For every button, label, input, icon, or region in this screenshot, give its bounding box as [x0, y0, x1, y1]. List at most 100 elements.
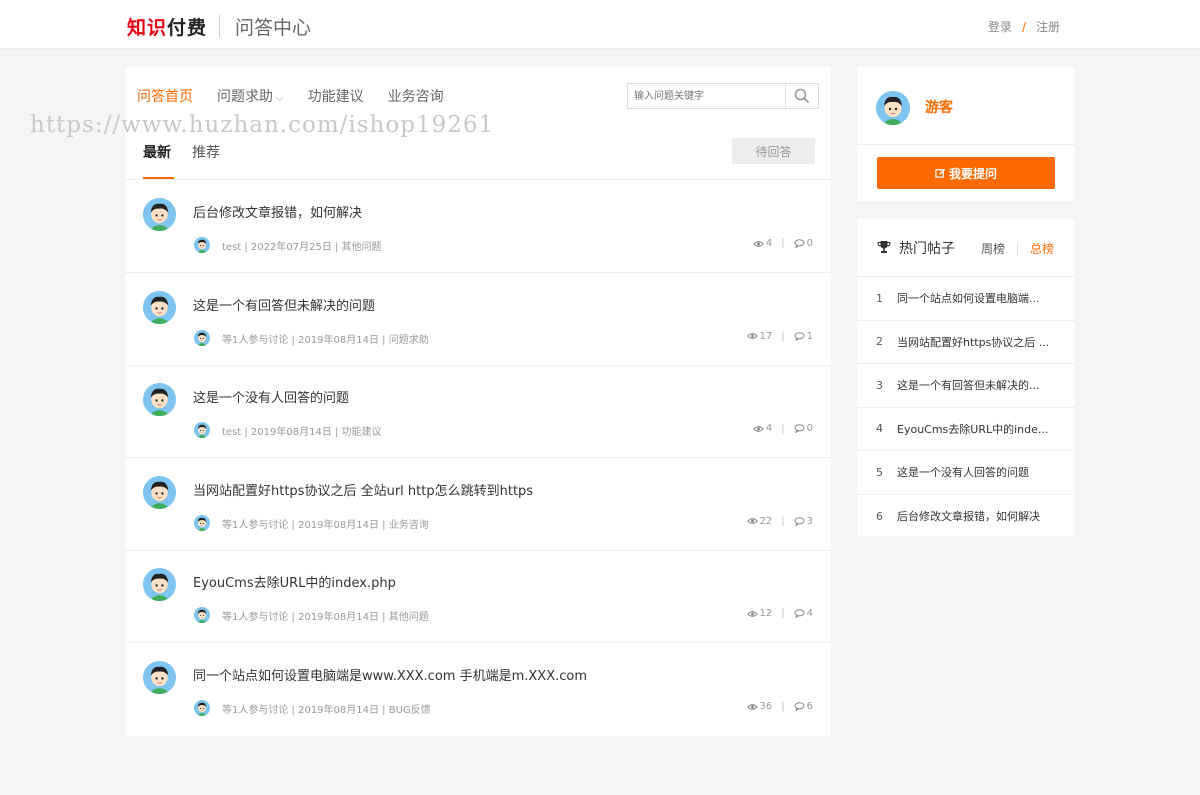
question-title[interactable]: EyouCms去除URL中的index.php — [193, 572, 396, 591]
avatar — [194, 237, 210, 253]
nav-item-home[interactable]: 问答首页 — [137, 86, 193, 106]
stats-separator: | — [781, 238, 785, 249]
avatar[interactable] — [143, 290, 176, 324]
register-link[interactable]: 注册 — [1036, 18, 1060, 35]
hot-post-rank: 1 — [876, 291, 883, 305]
avatar — [194, 514, 210, 531]
user-avatar-icon — [194, 700, 210, 716]
question-stats: 12 | 4 — [746, 608, 813, 620]
comment-icon — [794, 239, 805, 248]
user-avatar-icon — [194, 514, 210, 531]
hot-posts-title: 热门帖子 — [899, 241, 955, 257]
user-avatar-icon — [143, 475, 176, 509]
watermark: https://www.huzhan.com/ishop19261 — [30, 112, 495, 138]
ask-question-label: 我要提问 — [948, 166, 997, 181]
user-avatar-icon — [194, 329, 210, 346]
view-count: 4 — [765, 238, 773, 249]
login-link[interactable]: 登录 — [988, 18, 1012, 35]
hot-post-item[interactable]: 4 EyouCms去除URL中的inde... — [857, 408, 1075, 451]
tab-recommend[interactable]: 推荐 — [192, 142, 220, 162]
stats-separator: | — [781, 330, 785, 342]
question-meta: 等1人参与讨论 | 2019年08月14日 | 业务咨询 — [222, 519, 429, 531]
top-header: 知识 付费 问答中心 登录 / 注册 — [0, 0, 1200, 49]
question-stats: 22 | 3 — [746, 515, 813, 527]
question-stats: 17 | 1 — [746, 330, 813, 342]
user-avatar-icon — [143, 383, 176, 417]
hot-post-item[interactable]: 6 后台修改文章报错，如何解决 — [857, 495, 1075, 539]
hot-post-item[interactable]: 2 当网站配置好https协议之后 ... — [857, 321, 1075, 364]
sort-tabs: 最新 推荐 — [143, 142, 220, 162]
edit-icon — [935, 168, 946, 178]
question-meta: 等1人参与讨论 | 2019年08月14日 | 其他问题 — [222, 612, 429, 624]
avatar[interactable] — [143, 661, 176, 694]
hot-post-rank: 3 — [876, 378, 883, 392]
hot-post-item[interactable]: 5 这是一个没有人回答的问题 — [857, 451, 1075, 495]
view-count: 22 — [759, 515, 773, 527]
hot-post-rank: 6 — [876, 509, 883, 523]
avatar[interactable] — [143, 475, 176, 509]
question-title[interactable]: 后台修改文章报错，如何解决 — [193, 202, 362, 221]
question-title[interactable]: 同一个站点如何设置电脑端是www.XXX.com 手机端是m.XXX.com — [193, 665, 587, 684]
question-title[interactable]: 这是一个有回答但未解决的问题 — [193, 295, 375, 314]
hot-post-title: 后台修改文章报错，如何解决 — [897, 510, 1040, 524]
search-button[interactable] — [785, 84, 818, 108]
avatar — [194, 700, 210, 716]
ask-question-button[interactable]: 我要提问 — [877, 157, 1055, 189]
user-avatar-icon — [143, 661, 176, 694]
hot-post-item[interactable]: 3 这是一个有回答但未解决的... — [857, 364, 1075, 408]
auth-links: 登录 / 注册 — [988, 18, 1060, 35]
user-avatar-icon — [194, 607, 210, 624]
question-item[interactable]: 同一个站点如何设置电脑端是www.XXX.com 手机端是m.XXX.com 等… — [125, 643, 831, 736]
views-icon — [746, 333, 758, 339]
logo-divider — [219, 15, 220, 37]
user-card: 游客 我要提问 — [857, 67, 1075, 201]
stats-separator: | — [781, 515, 785, 527]
category-nav: 问答首页 问题求助 ⌵ 功能建议 业务咨询 — [137, 86, 444, 106]
views-icon — [746, 703, 758, 710]
nav-item-help[interactable]: 问题求助 ⌵ — [217, 86, 284, 106]
reply-count: 4 — [806, 608, 813, 620]
reply-count: 0 — [806, 423, 813, 435]
avatar[interactable] — [143, 383, 176, 417]
nav-item-consult[interactable]: 业务咨询 — [388, 86, 444, 106]
avatar[interactable] — [143, 198, 176, 231]
hot-post-title: 当网站配置好https协议之后 ... — [897, 335, 1050, 349]
tab-latest[interactable]: 最新 — [143, 142, 171, 162]
view-count: 4 — [765, 423, 773, 435]
hot-post-rank: 5 — [876, 465, 883, 479]
user-name[interactable]: 游客 — [925, 97, 953, 117]
search-icon — [794, 88, 810, 104]
hot-post-item[interactable]: 1 同一个站点如何设置电脑端... — [857, 277, 1075, 321]
hot-post-title: 同一个站点如何设置电脑端... — [897, 292, 1040, 306]
question-item[interactable]: EyouCms去除URL中的index.php 等1人参与讨论 | 2019年0… — [125, 550, 831, 644]
search-box — [627, 83, 819, 109]
question-title[interactable]: 当网站配置好https协议之后 全站url http怎么跳转到https — [193, 480, 533, 499]
site-logo[interactable]: 知识 付费 — [127, 12, 207, 40]
question-item[interactable]: 这是一个有回答但未解决的问题 等1人参与讨论 | 2019年08月14日 | 问… — [125, 273, 831, 366]
tab-all-time[interactable]: 总榜 — [1030, 240, 1054, 257]
hot-post-title: EyouCms去除URL中的inde... — [897, 422, 1049, 436]
reply-count: 6 — [806, 701, 813, 712]
hot-posts-card: 热门帖子 周榜 总榜 1 同一个站点如何设置电脑端... 2 当网站配置好https协… — [857, 219, 1075, 536]
question-item[interactable]: 后台修改文章报错，如何解决 test | 2022年07月25日 | 其他问题 … — [125, 180, 831, 273]
views-icon — [753, 240, 764, 247]
question-title[interactable]: 这是一个没有人回答的问题 — [193, 387, 349, 406]
user-avatar-icon — [143, 568, 176, 602]
search-input[interactable] — [628, 84, 786, 108]
question-meta: test | 2019年08月14日 | 功能建议 — [222, 427, 382, 439]
user-card-divider — [857, 144, 1075, 145]
views-icon — [753, 425, 764, 432]
nav-item-suggestion[interactable]: 功能建议 — [308, 86, 364, 106]
avatar[interactable] — [876, 91, 910, 125]
pending-answer-button[interactable]: 待回答 — [732, 138, 815, 164]
hot-post-title: 这是一个有回答但未解决的... — [897, 379, 1040, 393]
tab-weekly[interactable]: 周榜 — [981, 240, 1005, 257]
logo-text-black: 付费 — [167, 16, 208, 39]
question-item[interactable]: 这是一个没有人回答的问题 test | 2019年08月14日 | 功能建议 4… — [125, 365, 831, 459]
avatar[interactable] — [143, 568, 176, 602]
question-item[interactable]: 当网站配置好https协议之后 全站url http怎么跳转到https 等1人… — [125, 458, 831, 551]
question-stats: 36 | 6 — [746, 701, 813, 712]
user-avatar-icon — [143, 290, 176, 324]
user-avatar-icon — [143, 198, 176, 231]
reply-count: 3 — [806, 515, 813, 527]
